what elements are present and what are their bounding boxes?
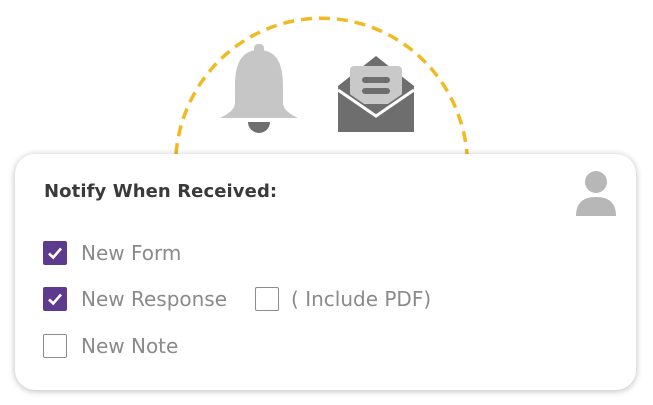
user-icon[interactable] xyxy=(575,170,617,218)
new-note-label[interactable]: New Note xyxy=(81,334,178,358)
new-response-label[interactable]: New Response xyxy=(81,287,227,311)
open-envelope-icon xyxy=(337,56,415,132)
new-form-label[interactable]: New Form xyxy=(81,241,181,265)
bell-icon xyxy=(220,44,298,133)
new-response-checkbox[interactable] xyxy=(43,287,67,311)
new-note-checkbox[interactable] xyxy=(43,334,67,358)
notification-card: Notify When Received: New Form New Respo… xyxy=(15,154,636,390)
option-new-note: New Note xyxy=(43,332,178,360)
include-pdf-checkbox[interactable] xyxy=(255,287,280,311)
checkmark-icon xyxy=(48,293,62,306)
card-title: Notify When Received: xyxy=(44,181,278,202)
checkmark-icon xyxy=(48,247,62,260)
new-form-checkbox[interactable] xyxy=(43,241,67,265)
include-pdf-label[interactable]: ( Include PDF) xyxy=(291,287,431,311)
option-new-response: New Response ( Include PDF) xyxy=(43,285,431,313)
option-new-form: New Form xyxy=(43,239,181,267)
notification-settings-illustration: Notify When Received: New Form New Respo… xyxy=(0,0,653,405)
